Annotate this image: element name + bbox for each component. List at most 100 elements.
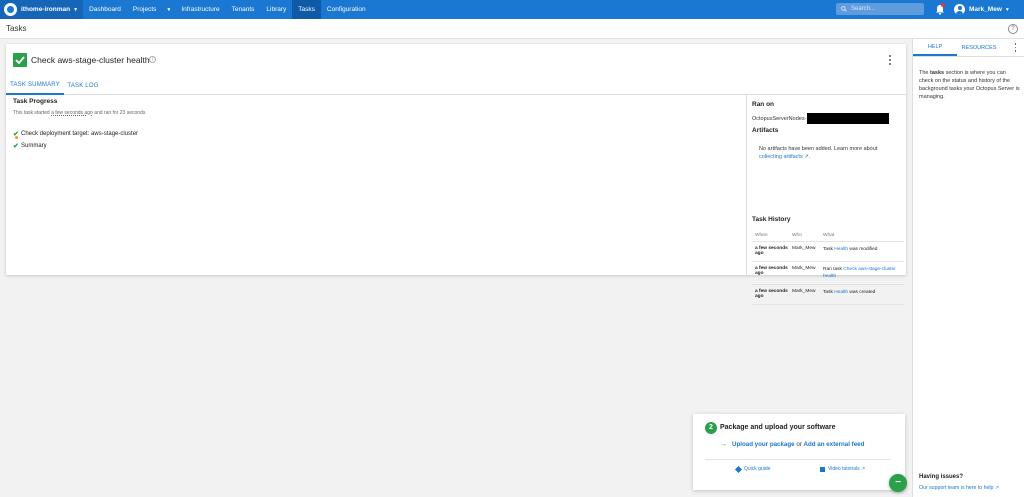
help-text: The tasks section is where you can check…	[919, 69, 1021, 101]
step-item[interactable]: ✔ Check deployment target: aws-stage-clu…	[13, 130, 139, 139]
divider	[913, 56, 1024, 57]
upload-package-link[interactable]: Upload your package	[732, 441, 795, 448]
help-menu-button[interactable]	[1014, 43, 1017, 52]
task-title: Check aws-stage-cluster health	[31, 55, 150, 65]
task-card: Check aws-stage-cluster health i TASK SU…	[6, 44, 906, 305]
column-when: When	[755, 233, 768, 238]
artifacts-heading: Artifacts	[752, 127, 779, 134]
check-icon: ✔	[13, 143, 19, 150]
quick-guide-link[interactable]: Quick guide	[734, 465, 771, 473]
progress-started-time: a few seconds ago	[51, 110, 93, 116]
external-link-icon: ↗	[802, 154, 809, 160]
nav-dashboard[interactable]: Dashboard	[83, 0, 127, 19]
table-row: a few seconds ago Mark_Mew Task Health w…	[752, 285, 904, 305]
ran-on-heading: Ran on	[752, 101, 775, 108]
cell-when: a few seconds ago	[755, 246, 788, 256]
page-title: Tasks	[6, 24, 27, 33]
step-item[interactable]: ✔ Summary	[13, 142, 47, 150]
collecting-artifacts-link[interactable]: collecting artifacts	[759, 154, 803, 160]
quick-guide-label: Quick guide	[744, 466, 771, 472]
collapse-onboarding-button[interactable]: −	[889, 474, 907, 492]
nav-tenants[interactable]: Tenants	[226, 0, 261, 19]
artifacts-text: No artifacts have been added. Learn more…	[759, 146, 878, 160]
cell-who: Mark_Mew	[792, 246, 816, 251]
tab-task-summary[interactable]: TASK SUMMARY	[6, 77, 64, 95]
artifacts-message: No artifacts have been added. Learn more…	[759, 146, 878, 152]
video-tutorials-link[interactable]: Video tutorials ↗	[820, 466, 865, 472]
task-menu-button[interactable]	[888, 55, 892, 65]
step-label: Summary	[21, 143, 47, 149]
quick-guide-icon	[734, 465, 743, 473]
what-link[interactable]: Health	[834, 247, 848, 252]
add-feed-link[interactable]: Add an external feed	[804, 441, 865, 448]
table-row: a few seconds ago Mark_Mew Ran task Chec…	[752, 262, 904, 285]
octopus-logo-icon	[4, 3, 17, 16]
cell-when: a few seconds ago	[755, 289, 788, 299]
divider	[705, 459, 891, 460]
space-switcher[interactable]: ithome-ironman ▼	[0, 0, 84, 19]
nav-infrastructure[interactable]: Infrastructure	[175, 0, 225, 19]
cell-when: a few seconds ago	[755, 266, 788, 276]
info-icon[interactable]: i	[149, 56, 156, 63]
task-progress-subtitle: This task started a few seconds ago and …	[13, 110, 145, 116]
external-link-icon: ↗	[859, 466, 866, 472]
ran-on-value: OctopusServerNodes-	[752, 113, 890, 124]
arrow-right-icon: →	[720, 441, 727, 448]
cell-what: Task Health was created	[823, 289, 901, 300]
task-history-table: When Who What a few seconds ago Mark_Mew…	[752, 230, 904, 305]
user-menu[interactable]: Mark_Mew ▼	[954, 2, 1010, 17]
nav-library[interactable]: Library	[260, 0, 292, 19]
table-row: a few seconds ago Mark_Mew Task Health w…	[752, 242, 904, 262]
column-what: What	[823, 233, 835, 238]
step-label: Check deployment target: aws-stage-clust…	[21, 131, 139, 137]
step-number-badge: 2	[705, 422, 717, 434]
warning-dot-icon	[15, 136, 18, 139]
tab-resources[interactable]: RESOURCES	[959, 39, 999, 56]
what-prefix: Task	[823, 290, 835, 295]
cell-what: Task Health was modified	[823, 246, 901, 257]
external-link-icon: ↗	[993, 485, 1000, 491]
support-link-text: Our support team is here to help	[919, 485, 994, 491]
video-icon	[820, 466, 825, 472]
redacted-block	[807, 113, 890, 124]
video-tutorials-label: Video tutorials	[828, 466, 860, 472]
ran-on-node: OctopusServerNodes-	[752, 115, 807, 122]
task-history-heading: Task History	[752, 216, 791, 223]
notification-dot	[941, 3, 945, 7]
nav-configuration[interactable]: Configuration	[321, 0, 372, 19]
what-link[interactable]: Health	[834, 290, 848, 295]
cell-who: Mark_Mew	[792, 289, 816, 294]
what-prefix: Ran task	[823, 267, 844, 272]
onboarding-links: Upload your package or Add an external f…	[732, 441, 864, 448]
chevron-down-icon: ▼	[73, 6, 79, 13]
column-who: Who	[792, 233, 802, 238]
divider	[746, 95, 747, 275]
search-input[interactable]: Search...	[836, 3, 924, 15]
nav-projects[interactable]: Projects	[127, 0, 162, 19]
help-text-prefix: The	[919, 70, 931, 76]
task-tabs: TASK SUMMARY TASK LOG	[6, 77, 906, 95]
what-prefix: Task	[823, 247, 835, 252]
page-title-bar: Tasks ?	[0, 19, 1024, 39]
cell-who: Mark_Mew	[792, 266, 816, 271]
onboarding-card: 2 Package and upload your software → Upl…	[693, 414, 905, 490]
tab-help[interactable]: HELP	[913, 39, 957, 56]
cell-what: Ran task Check aws-stage-cluster health	[823, 266, 901, 280]
progress-sub-suffix: and ran for 23 seconds	[92, 110, 146, 116]
what-suffix: was modified	[848, 247, 878, 252]
what-suffix: was created	[848, 290, 876, 295]
search-icon	[841, 6, 847, 12]
user-name: Mark_Mew	[969, 6, 1002, 13]
tab-task-log[interactable]: TASK LOG	[66, 77, 100, 95]
help-icon[interactable]: ?	[1008, 24, 1018, 34]
avatar	[954, 4, 965, 15]
onboarding-title: Package and upload your software	[720, 424, 836, 431]
or-text: or	[794, 441, 804, 448]
nav-tasks[interactable]: Tasks	[292, 0, 321, 19]
chevron-down-icon: ▼	[1004, 6, 1010, 13]
top-nav: ithome-ironman ▼ Dashboard Projects ▼ In…	[0, 0, 1024, 19]
search-placeholder: Search...	[851, 6, 876, 12]
projects-dropdown-icon[interactable]: ▼	[162, 7, 175, 13]
task-progress-heading: Task Progress	[13, 98, 58, 105]
support-link[interactable]: Our support team is here to help ↗	[919, 485, 999, 491]
